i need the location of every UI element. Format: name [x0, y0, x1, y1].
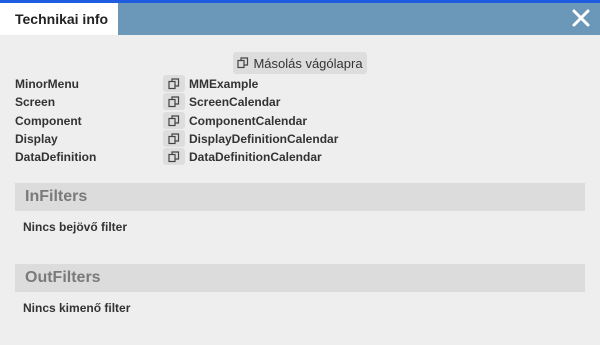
copy-value-button[interactable] — [163, 130, 185, 147]
copy-to-clipboard-label: Másolás vágólapra — [253, 55, 363, 71]
info-row-screen: Screen ScreenCalendar — [0, 93, 600, 111]
info-key: Component — [15, 114, 82, 128]
info-value: DataDefinitionCalendar — [189, 150, 322, 164]
close-icon — [572, 9, 590, 27]
copy-value-button[interactable] — [163, 112, 185, 129]
info-key: Screen — [15, 95, 56, 109]
info-key: Display — [15, 132, 58, 146]
info-value: DisplayDefinitionCalendar — [189, 132, 339, 146]
copy-icon — [168, 132, 180, 144]
copy-icon — [168, 77, 180, 89]
info-value: ScreenCalendar — [189, 95, 281, 109]
copy-to-clipboard-button[interactable]: Másolás vágólapra — [233, 52, 367, 74]
close-button[interactable] — [571, 8, 591, 28]
outfilters-empty-text: Nincs kimenő filter — [23, 301, 131, 315]
info-row-minormenu: MinorMenu MMExample — [0, 75, 600, 93]
info-value: ComponentCalendar — [189, 114, 308, 128]
copy-icon — [168, 114, 180, 126]
info-row-component: Component ComponentCalendar — [0, 112, 600, 130]
info-row-display: Display DisplayDefinitionCalendar — [0, 130, 600, 148]
copy-value-button[interactable] — [163, 148, 185, 165]
dialog-titlebar: Technikai info — [0, 0, 600, 35]
infilters-section-header: InFilters — [15, 183, 585, 211]
copy-value-button[interactable] — [163, 75, 185, 92]
info-value: MMExample — [189, 77, 259, 91]
info-key: DataDefinition — [15, 150, 97, 164]
dialog-title: Technikai info — [0, 3, 118, 35]
copy-icon — [168, 150, 180, 162]
copy-value-button[interactable] — [163, 93, 185, 110]
outfilters-section-header: OutFilters — [15, 264, 585, 292]
infilters-empty-text: Nincs bejövő filter — [23, 220, 128, 234]
info-row-datadefinition: DataDefinition DataDefinitionCalendar — [0, 148, 600, 166]
info-key: MinorMenu — [15, 77, 79, 91]
copy-icon — [237, 57, 249, 69]
copy-icon — [168, 95, 180, 107]
